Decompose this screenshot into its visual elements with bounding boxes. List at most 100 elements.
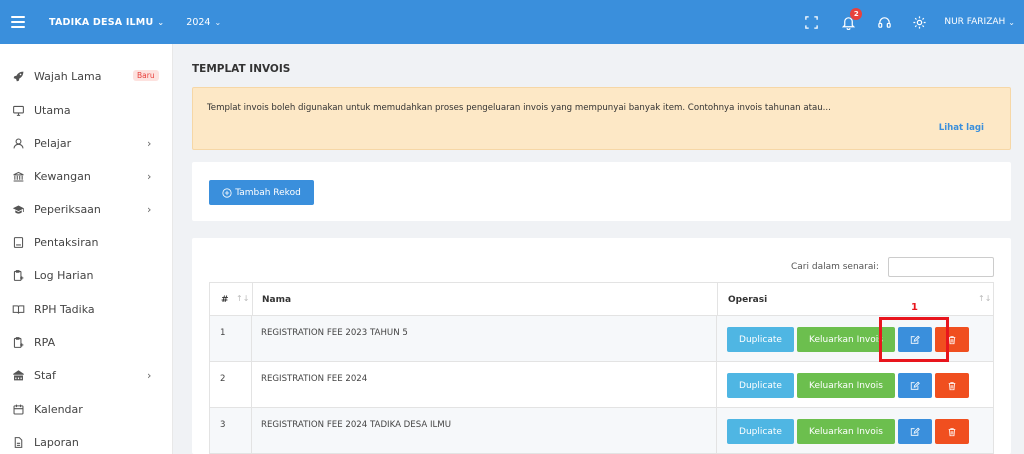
- edit-button[interactable]: [898, 419, 932, 444]
- column-divider: [251, 362, 252, 408]
- user-name: NUR FARIZAH: [944, 17, 1006, 27]
- sidebar-item-label: RPH Tadika: [34, 302, 95, 316]
- clipboard-icon: [11, 268, 25, 282]
- year-selector[interactable]: 2024 ⌄: [186, 17, 221, 28]
- trash-icon: [948, 427, 956, 436]
- sidebar-item-kewangan[interactable]: Kewangan ›: [0, 161, 173, 191]
- delete-button[interactable]: [935, 419, 969, 444]
- delete-button[interactable]: [935, 373, 969, 398]
- duplicate-button[interactable]: Duplicate: [727, 419, 794, 444]
- sidebar-item-label: Pentaksiran: [34, 235, 99, 249]
- headset-icon[interactable]: [876, 14, 892, 30]
- sidebar-item-utama[interactable]: Utama: [0, 95, 173, 125]
- search-input[interactable]: [888, 257, 994, 277]
- edit-icon: [910, 427, 920, 436]
- sidebar-item-label: Kewangan: [34, 169, 91, 183]
- add-record-button[interactable]: Tambah Rekod: [209, 180, 314, 205]
- edit-button[interactable]: [898, 373, 932, 398]
- user-icon: [11, 136, 25, 150]
- bank-icon: [11, 169, 25, 183]
- issue-invoice-button[interactable]: Keluarkan Invois: [797, 373, 895, 398]
- plus-circle-icon: [222, 187, 232, 198]
- graduation-icon: [11, 202, 25, 216]
- chevron-right-icon: ›: [147, 136, 152, 150]
- duplicate-button[interactable]: Duplicate: [727, 373, 794, 398]
- chevron-down-icon: ⌄: [157, 17, 165, 27]
- year-label: 2024: [186, 16, 211, 28]
- header-name[interactable]: Nama: [262, 283, 291, 317]
- column-divider: [716, 408, 717, 454]
- sidebar-item-rph-tadika[interactable]: RPH Tadika: [0, 294, 173, 324]
- table-header: # ↑↓ Nama Operasi ↑↓: [209, 282, 994, 317]
- sidebar-item-label: Utama: [34, 103, 71, 117]
- chevron-down-icon: ⌄: [1008, 17, 1015, 27]
- row-number: 1: [220, 328, 226, 338]
- row-number: 2: [220, 374, 226, 384]
- row-name: REGISTRATION FEE 2024 TADIKA DESA ILMU: [261, 420, 451, 430]
- column-divider: [251, 316, 252, 362]
- column-divider: [716, 316, 717, 362]
- chevron-down-icon: ⌄: [214, 17, 222, 27]
- sidebar-item-log-harian[interactable]: Log Harian: [0, 260, 173, 290]
- column-divider: [716, 362, 717, 408]
- sidebar-item-label: Pelajar: [34, 136, 72, 150]
- school-selector[interactable]: TADIKA DESA ILMU ⌄: [49, 17, 164, 28]
- notification-badge: 2: [850, 8, 863, 20]
- chevron-right-icon: ›: [147, 202, 152, 216]
- sidebar-item-peperiksaan[interactable]: Peperiksaan ›: [0, 194, 173, 224]
- sidebar-item-label: RPA: [34, 335, 56, 349]
- school-name: TADIKA DESA ILMU: [49, 16, 154, 28]
- issue-invoice-button[interactable]: Keluarkan Invois: [797, 419, 895, 444]
- sidebar-item-label: Staf: [34, 368, 56, 382]
- annotation-label: 1: [911, 302, 918, 313]
- sidebar-item-rpa[interactable]: RPA: [0, 327, 173, 357]
- fullscreen-icon[interactable]: [803, 14, 819, 30]
- header-number[interactable]: #: [221, 283, 229, 317]
- page-title: TEMPLAT INVOIS: [192, 63, 291, 75]
- row-number: 3: [220, 420, 226, 430]
- sort-icon[interactable]: ↑↓: [236, 294, 249, 303]
- bell-icon[interactable]: 2: [840, 8, 863, 30]
- table-row: 1 REGISTRATION FEE 2023 TAHUN 5 Duplicat…: [209, 316, 994, 362]
- new-badge: Baru: [133, 70, 159, 81]
- monitor-icon: [11, 103, 25, 117]
- sidebar-item-label: Wajah Lama: [34, 69, 102, 83]
- open-book-icon: [11, 302, 25, 316]
- chevron-right-icon: ›: [147, 368, 152, 382]
- top-bar: TADIKA DESA ILMU ⌄ 2024 ⌄ 2 NUR FARIZAH …: [0, 0, 1024, 44]
- read-more-link[interactable]: Lihat lagi: [939, 123, 984, 133]
- sidebar-item-pelajar[interactable]: Pelajar ›: [0, 128, 173, 158]
- clipboard-icon: [11, 335, 25, 349]
- add-record-label: Tambah Rekod: [235, 187, 301, 198]
- sort-icon[interactable]: ↑↓: [978, 294, 991, 303]
- info-notice: Templat invois boleh digunakan untuk mem…: [192, 87, 1011, 150]
- sidebar-item-staf[interactable]: Staf ›: [0, 360, 173, 390]
- menu-icon[interactable]: [11, 16, 25, 28]
- table-row: 2 REGISTRATION FEE 2024 Duplicate Keluar…: [209, 362, 994, 408]
- chevron-right-icon: ›: [147, 169, 152, 183]
- sidebar-item-pentaksiran[interactable]: Pentaksiran: [0, 227, 173, 257]
- report-icon: [11, 435, 25, 449]
- sidebar-item-wajah-lama[interactable]: Wajah Lama Baru: [0, 61, 173, 91]
- table-row: 3 REGISTRATION FEE 2024 TADIKA DESA ILMU…: [209, 408, 994, 454]
- actions-card: [192, 162, 1011, 221]
- sidebar-item-label: Log Harian: [34, 268, 94, 282]
- row-name: REGISTRATION FEE 2023 TAHUN 5: [261, 328, 408, 338]
- sidebar: Wajah Lama Baru Utama Pelajar › Kewangan…: [0, 44, 173, 454]
- sidebar-item-label: Peperiksaan: [34, 202, 101, 216]
- sidebar-item-label: Kalendar: [34, 402, 83, 416]
- notice-text: Templat invois boleh digunakan untuk mem…: [207, 103, 831, 113]
- edit-icon: [910, 381, 920, 390]
- column-divider: [251, 408, 252, 454]
- column-divider: [252, 283, 253, 317]
- rocket-icon: [11, 69, 25, 83]
- sidebar-item-laporan[interactable]: Laporan: [0, 427, 173, 454]
- user-menu[interactable]: NUR FARIZAH ⌄: [944, 17, 1015, 27]
- search-label: Cari dalam senarai:: [791, 262, 879, 272]
- gear-icon[interactable]: [911, 14, 927, 30]
- sidebar-item-kalendar[interactable]: Kalendar: [0, 394, 173, 424]
- sidebar-item-label: Laporan: [34, 435, 79, 449]
- column-divider: [717, 283, 718, 317]
- header-operations: Operasi: [728, 295, 768, 305]
- duplicate-button[interactable]: Duplicate: [727, 327, 794, 352]
